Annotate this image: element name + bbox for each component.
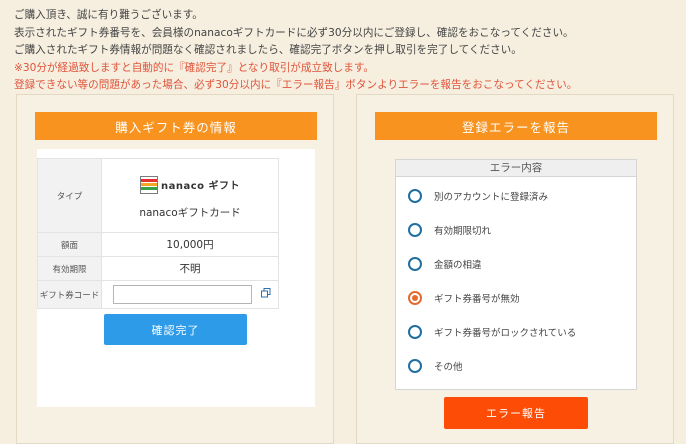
option-label: 金額の相違 (434, 260, 482, 271)
amount-value: 10,000円 (101, 232, 279, 257)
option-label: ギフト券番号がロックされている (434, 328, 577, 339)
radio-button[interactable] (408, 189, 422, 203)
error-option-code-locked[interactable]: ギフト券番号がロックされている (408, 322, 576, 342)
notice-warning-auto-confirm: ※30分が経過致しますと自動的に『確認完了』となり取引が成立致します。 (14, 61, 374, 74)
option-label: 別のアカウントに登録済み (434, 192, 549, 203)
notice-line-1: ご購入頂き、誠に有り難うございます。 (14, 9, 203, 21)
table-row: タイプ nanaco ギフト nanacoギフトカード (37, 158, 279, 233)
error-options-box: エラー内容 別のアカウントに登録済み 有効期限切れ 金額の相違 ギフト券番号が無… (395, 159, 637, 390)
table-row: 額面 10,000円 (37, 232, 279, 257)
radio-button[interactable] (408, 325, 422, 339)
radio-button-selected[interactable] (408, 291, 422, 305)
error-option-already-registered[interactable]: 別のアカウントに登録済み (408, 186, 548, 206)
confirm-complete-button[interactable]: 確認完了 (104, 314, 247, 345)
notice-line-3: ご購入されたギフト券情報が問題なく確認されましたら、確認完了ボタンを押し取引を完… (14, 44, 522, 57)
code-label: ギフト券コード (37, 280, 102, 309)
gift-info-panel: 購入ギフト券の情報 タイプ nanaco ギフト nanacoギフトカード 額面… (16, 94, 334, 444)
table-row: ギフト券コード (37, 280, 279, 309)
error-options-header: エラー内容 (396, 160, 636, 177)
nanaco-logo-icon (139, 175, 158, 194)
logo-text: nanaco ギフト (160, 181, 240, 192)
type-cell: nanaco ギフト nanacoギフトカード (101, 158, 279, 233)
error-option-amount-mismatch[interactable]: 金額の相違 (408, 254, 482, 274)
type-value: nanacoギフトカード (139, 206, 241, 219)
expiry-value: 不明 (101, 256, 279, 281)
error-report-button[interactable]: エラー報告 (444, 397, 588, 429)
gift-info-title: 購入ギフト券の情報 (35, 112, 317, 140)
notice-warning-error-report: 登録できない等の問題があった場合、必ず30分以内に『エラー報告』ボタンよりエラー… (14, 79, 578, 92)
amount-label: 額面 (37, 232, 102, 257)
gift-code-input[interactable] (113, 285, 252, 304)
error-option-invalid-code[interactable]: ギフト券番号が無効 (408, 288, 520, 308)
nanaco-logo: nanaco ギフト (102, 175, 278, 194)
gift-info-table: タイプ nanaco ギフト nanacoギフトカード 額面 10,000円 有… (37, 158, 279, 309)
option-label: その他 (434, 362, 463, 373)
copy-icon[interactable] (261, 288, 271, 301)
code-cell (101, 280, 279, 309)
table-row: 有効期限 不明 (37, 256, 279, 281)
instructions: ご購入頂き、誠に有り難うございます。 表示されたギフト券番号を、会員様のnana… (14, 7, 679, 95)
error-option-expired[interactable]: 有効期限切れ (408, 220, 491, 240)
radio-button[interactable] (408, 257, 422, 271)
notice-line-2: 表示されたギフト券番号を、会員様のnanacoギフトカードに必ず30分以内にご登… (14, 26, 574, 39)
error-option-other[interactable]: その他 (408, 356, 463, 376)
radio-button[interactable] (408, 359, 422, 373)
option-label: 有効期限切れ (434, 226, 492, 237)
option-label: ギフト券番号が無効 (434, 294, 520, 305)
radio-button[interactable] (408, 223, 422, 237)
expiry-label: 有効期限 (37, 256, 102, 281)
error-report-panel: 登録エラーを報告 エラー内容 別のアカウントに登録済み 有効期限切れ 金額の相違… (356, 94, 674, 444)
error-report-title: 登録エラーを報告 (375, 112, 657, 140)
type-label: タイプ (37, 158, 102, 233)
